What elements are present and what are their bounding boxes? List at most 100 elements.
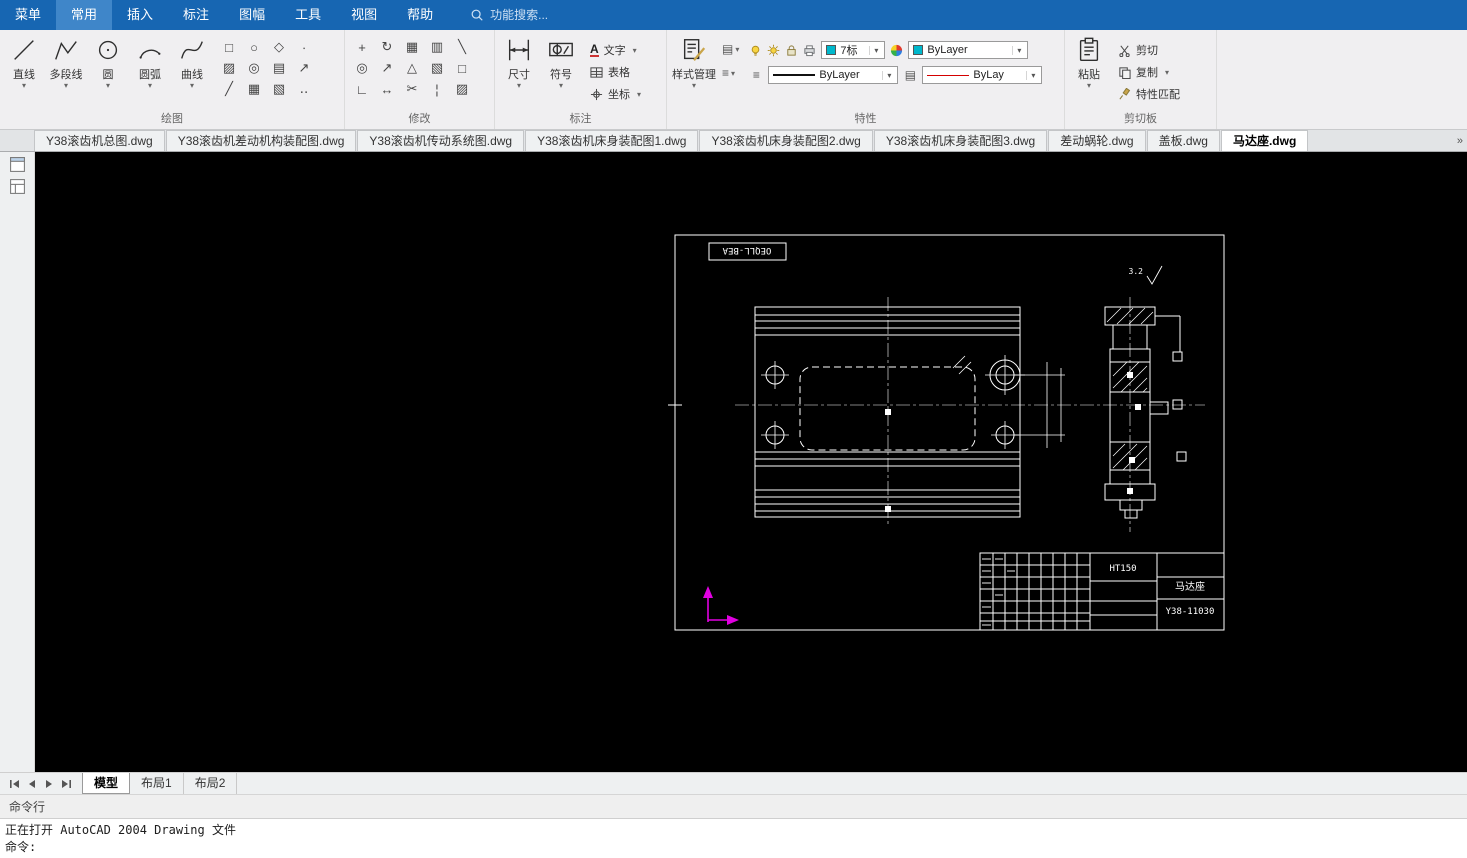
table-icon xyxy=(590,66,603,78)
hatch-icon[interactable]: ▨ xyxy=(219,58,239,78)
model-space-canvas[interactable]: OEQLL-BEA 3.2 HT150 马达座 Y38-11030 xyxy=(35,152,1467,772)
search-input[interactable] xyxy=(490,8,591,22)
erase-icon[interactable]: ╲ xyxy=(452,37,472,57)
modify-icon-grid: + ↻ ▦ ▥ ╲ ◎ ↗ △ ▧ □ ∟ ↔ ✂ ¦ ▨ xyxy=(352,37,474,100)
color-wheel-icon[interactable] xyxy=(890,44,903,57)
doc-tab-bed-assembly-1[interactable]: Y38滚齿机床身装配图1.dwg xyxy=(525,130,699,151)
multipoint-icon[interactable]: ‥ xyxy=(294,79,314,99)
grid-fill-icon[interactable]: ▦ xyxy=(244,79,264,99)
break-icon[interactable]: ¦ xyxy=(427,79,447,99)
layer-dropdown[interactable]: 7标 ▾ xyxy=(821,41,886,59)
ellipse-icon[interactable]: ○ xyxy=(244,37,264,57)
layout-tab-model[interactable]: 模型 xyxy=(82,773,131,794)
menu-tabs: 菜单 常用 插入 标注 图幅 工具 视图 帮助 xyxy=(0,0,448,30)
array-icon[interactable]: ▦ xyxy=(402,37,422,57)
menu-tab-tools[interactable]: 工具 xyxy=(280,0,336,30)
explode-icon[interactable]: □ xyxy=(452,58,472,78)
copy-button[interactable]: 复制 ▾ xyxy=(1118,64,1180,80)
annotation-scale-button[interactable]: ▤ ▾ xyxy=(722,42,739,56)
stretch-icon[interactable]: ↔ xyxy=(377,79,397,99)
copy-object-icon[interactable]: ▥ xyxy=(427,37,447,57)
construction-line-icon[interactable]: ╱ xyxy=(219,79,239,99)
circle-tool-button[interactable]: 圆 ▾ xyxy=(87,32,129,90)
text-tool-button[interactable]: A 文字 ▾ xyxy=(590,42,641,58)
doc-tab-cover-plate[interactable]: 盖板.dwg xyxy=(1146,130,1220,151)
menu-tab-insert[interactable]: 插入 xyxy=(112,0,168,30)
menu-tab-home[interactable]: 常用 xyxy=(56,0,113,30)
arc-icon xyxy=(139,49,161,59)
doc-tab-differential-worm-gear[interactable]: 差动蜗轮.dwg xyxy=(1048,130,1146,151)
previous-layout-icon[interactable] xyxy=(25,778,39,790)
dropdown-caret-icon: ▾ xyxy=(1026,70,1039,80)
trim-icon[interactable]: ✂ xyxy=(402,79,422,99)
rectangle-icon[interactable]: □ xyxy=(219,37,239,57)
lineweight-dropdown[interactable]: ByLay ▾ xyxy=(922,66,1043,84)
layer-color-swatch xyxy=(826,45,837,55)
polygon-icon[interactable]: ◇ xyxy=(269,37,289,57)
join-icon[interactable]: ▨ xyxy=(452,79,472,99)
linetype-dropdown[interactable]: ByLayer ▾ xyxy=(768,66,899,84)
rotate-icon[interactable]: ↻ xyxy=(377,37,397,57)
menu-tab-sheet[interactable]: 图幅 xyxy=(224,0,280,30)
donut-icon[interactable]: ◎ xyxy=(244,58,264,78)
menu-tab-help[interactable]: 帮助 xyxy=(392,0,448,30)
polyline-tool-button[interactable]: 多段线 ▾ xyxy=(45,32,87,90)
last-layout-icon[interactable] xyxy=(59,778,73,790)
menu-tab-view[interactable]: 视图 xyxy=(336,0,392,30)
layout-tab-1[interactable]: 布局1 xyxy=(130,773,184,794)
layer-on-icon[interactable] xyxy=(749,44,762,57)
doc-tab-transmission-system[interactable]: Y38滚齿机传动系统图.dwg xyxy=(357,130,525,151)
first-layout-icon[interactable] xyxy=(8,778,22,790)
doc-tab-y38-general[interactable]: Y38滚齿机总图.dwg xyxy=(34,130,165,151)
spline-tool-button[interactable]: 曲线 ▾ xyxy=(171,32,213,90)
palette-icon-b[interactable] xyxy=(9,178,26,195)
gradient-icon[interactable]: ▧ xyxy=(269,79,289,99)
paste-button[interactable]: 粘贴 ▾ xyxy=(1068,32,1110,90)
doc-tab-differential-assembly[interactable]: Y38滚齿机差动机构装配图.dwg xyxy=(165,130,357,151)
palette-icon-a[interactable] xyxy=(9,156,26,173)
fillet-icon[interactable]: ∟ xyxy=(352,79,372,99)
next-layout-icon[interactable] xyxy=(42,778,56,790)
symbol-tool-button[interactable]: 符号 ▾ xyxy=(540,32,582,90)
leader-icon[interactable]: ↗ xyxy=(294,58,314,78)
command-line-title[interactable]: 命令行 xyxy=(0,794,1467,818)
move-icon[interactable]: + xyxy=(352,37,372,57)
scale-icon[interactable]: ↗ xyxy=(377,58,397,78)
match-properties-button[interactable]: 特性匹配 xyxy=(1118,86,1180,102)
linetype-list-icon[interactable]: ≡ xyxy=(749,68,763,82)
list-view-button[interactable]: ≡ ▾ xyxy=(722,66,739,80)
offset-icon[interactable]: ◎ xyxy=(352,58,372,78)
point-icon[interactable]: ∙ xyxy=(294,37,314,57)
lineweight-list-icon[interactable]: ▤ xyxy=(903,68,917,82)
coordinate-tool-button[interactable]: 坐标 ▾ xyxy=(590,86,641,102)
cut-button[interactable]: 剪切 xyxy=(1118,42,1180,58)
list-icon: ≡ xyxy=(722,66,730,80)
function-search[interactable] xyxy=(470,0,591,30)
command-line-area[interactable]: 正在打开 AutoCAD 2004 Drawing 文件 命令: xyxy=(0,818,1467,858)
menu-tab-menu[interactable]: 菜单 xyxy=(0,0,56,30)
color-dropdown[interactable]: ByLayer ▾ xyxy=(908,41,1029,59)
layer-lock-icon[interactable] xyxy=(785,44,798,57)
style-manager-button[interactable]: 样式管理 ▾ xyxy=(670,32,718,90)
doc-tab-bed-assembly-3[interactable]: Y38滚齿机床身装配图3.dwg xyxy=(873,130,1048,151)
mirror-icon[interactable]: △ xyxy=(402,58,422,78)
spline-icon xyxy=(181,41,203,59)
layer-plot-icon[interactable] xyxy=(803,44,816,57)
roughness-mark: 3.2 xyxy=(1129,265,1163,285)
dimension-tool-button[interactable]: 尺寸 ▾ xyxy=(498,32,540,90)
hatch-edit-icon[interactable]: ▧ xyxy=(427,58,447,78)
arc-tool-button[interactable]: 圆弧 ▾ xyxy=(129,32,171,90)
table-tool-button[interactable]: 表格 xyxy=(590,64,641,80)
panel-label-draw: 绘图 xyxy=(161,113,183,125)
tab-overflow-icon[interactable]: » xyxy=(1457,135,1463,147)
doc-tab-motor-seat[interactable]: 马达座.dwg xyxy=(1220,130,1309,151)
doc-tab-bed-assembly-2[interactable]: Y38滚齿机床身装配图2.dwg xyxy=(699,130,873,151)
menu-tab-annotate[interactable]: 标注 xyxy=(168,0,224,30)
layer-freeze-icon[interactable] xyxy=(767,44,780,57)
panel-label-clipboard: 剪切板 xyxy=(1124,113,1157,125)
line-tool-button[interactable]: 直线 ▾ xyxy=(3,32,45,90)
region-icon[interactable]: ▤ xyxy=(269,58,289,78)
layout-tab-2[interactable]: 布局2 xyxy=(184,773,238,794)
workspace: OEQLL-BEA 3.2 HT150 马达座 Y38-11030 xyxy=(0,152,1467,772)
drawing-viewport[interactable]: OEQLL-BEA 3.2 HT150 马达座 Y38-11030 xyxy=(35,152,1467,772)
